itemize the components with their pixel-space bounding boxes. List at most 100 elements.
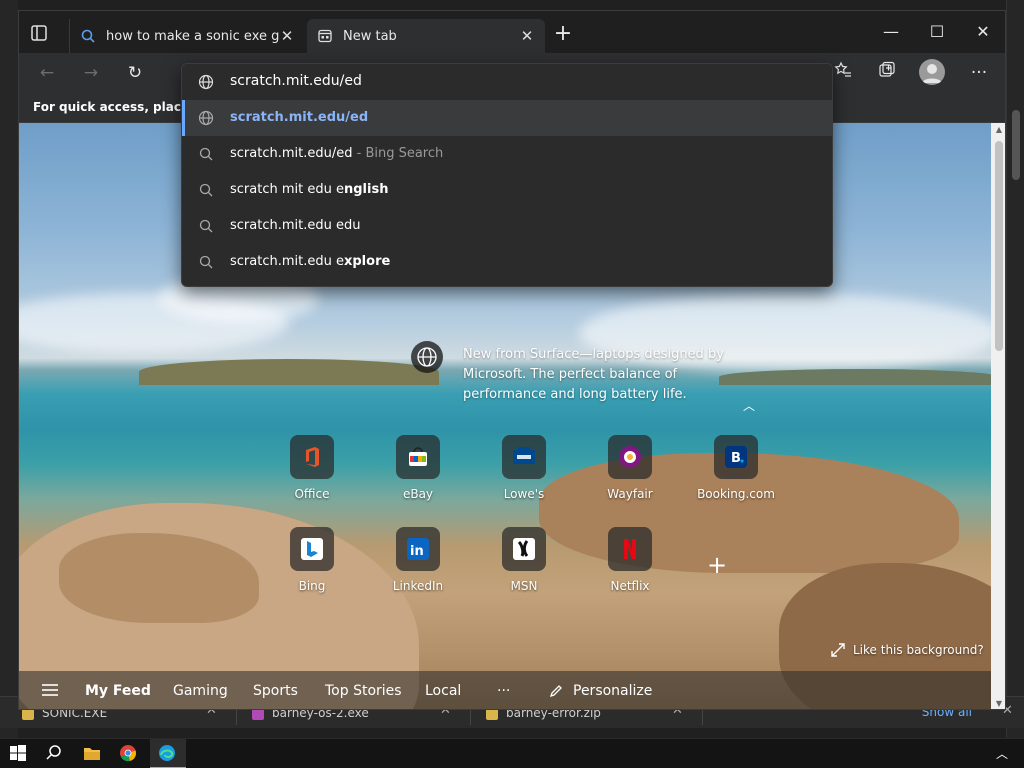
browser-window: how to make a sonic exe game - ✕ New tab…: [18, 10, 1006, 710]
tab-actions-icon[interactable]: [29, 23, 49, 43]
chevron-up-icon[interactable]: ︿: [996, 745, 1018, 767]
minimize-button[interactable]: —: [871, 21, 911, 43]
search-icon[interactable]: [44, 743, 66, 765]
close-icon[interactable]: ✕: [519, 27, 535, 45]
search-icon: [198, 218, 214, 234]
quick-link-bing[interactable]: Bing: [267, 527, 357, 593]
quick-link-ebay[interactable]: eBay: [373, 435, 463, 501]
scroll-down-icon[interactable]: ▼: [994, 699, 1004, 708]
feed-tab-sports[interactable]: Sports: [253, 683, 298, 699]
like-background-link[interactable]: Like this background?: [831, 643, 984, 657]
scroll-up-icon[interactable]: ▲: [994, 125, 1004, 134]
back-button[interactable]: ←: [35, 61, 59, 85]
msn-icon: [502, 527, 546, 571]
suggestion-query: scratch.mit.edu e: [230, 254, 344, 269]
address-bar-dropdown: scratch.mit.edu/ed scratch.mit.edu/ed sc…: [181, 63, 833, 287]
quick-link-label: LinkedIn: [392, 579, 444, 593]
background-left-strip: [0, 0, 18, 738]
maximize-button[interactable]: ☐: [917, 21, 957, 43]
linkedin-icon: in: [396, 527, 440, 571]
quick-link-booking[interactable]: B Booking.com: [691, 435, 781, 501]
quick-link-wayfair[interactable]: Wayfair: [585, 435, 675, 501]
search-icon: [198, 146, 214, 162]
suggestion-text: scratch.mit.edu/ed - Bing Search: [230, 146, 443, 161]
tab-bar: how to make a sonic exe game - ✕ New tab…: [19, 11, 1005, 53]
quick-link-msn[interactable]: MSN: [479, 527, 569, 593]
quick-link-linkedin[interactable]: in LinkedIn: [373, 527, 463, 593]
office-icon: [290, 435, 334, 479]
chevron-up-icon[interactable]: ︿: [743, 397, 755, 414]
quick-link-label: Office: [294, 487, 330, 501]
search-icon: [198, 182, 214, 198]
ebay-icon: [396, 435, 440, 479]
feed-tab-gaming[interactable]: Gaming: [173, 683, 228, 699]
expand-icon: [831, 643, 845, 657]
add-shortcut-icon[interactable]: +: [707, 553, 727, 577]
feed-tab-my-feed[interactable]: My Feed: [85, 683, 151, 699]
collections-icon: [879, 61, 895, 77]
tab-sonic-search[interactable]: how to make a sonic exe game - ✕: [69, 19, 305, 53]
svg-text:B: B: [731, 451, 741, 466]
page-scrollbar[interactable]: ▲ ▼: [991, 123, 1005, 709]
more-menu-button[interactable]: ···: [967, 61, 991, 85]
background-scroll-thumb[interactable]: [1012, 110, 1020, 180]
favorites-button[interactable]: [831, 61, 855, 85]
hamburger-menu-icon[interactable]: [41, 682, 59, 702]
pencil-icon: [549, 685, 562, 698]
quick-link-label: Netflix: [610, 579, 650, 593]
suggestion-search[interactable]: scratch.mit.edu/ed - Bing Search: [182, 136, 832, 172]
suggestion-text: scratch mit edu english: [230, 182, 388, 197]
suggestion-text: scratch.mit.edu/ed: [230, 110, 369, 125]
globe-icon: [198, 74, 214, 90]
refresh-button[interactable]: ↻: [123, 61, 147, 85]
search-icon: [80, 28, 96, 44]
edge-icon[interactable]: [157, 743, 179, 765]
suggestion-query: scratch mit edu e: [230, 182, 344, 197]
quick-links: Office eBay Lowe's Wayfair B Booking.com…: [267, 435, 775, 595]
forward-button[interactable]: →: [79, 61, 103, 85]
suggestion-search[interactable]: scratch.mit.edu explore: [182, 244, 832, 280]
suggestion-text: scratch.mit.edu explore: [230, 254, 390, 269]
quick-link-label: Bing: [298, 579, 326, 593]
globe-icon: [198, 110, 214, 126]
file-explorer-icon[interactable]: [82, 743, 104, 765]
new-tab-button[interactable]: +: [552, 23, 574, 46]
promo-text: New from Surface—laptops designed by Mic…: [463, 347, 724, 402]
close-icon[interactable]: ✕: [279, 27, 295, 45]
suggestion-text: scratch.mit.edu edu: [230, 218, 360, 233]
personalize-button[interactable]: Personalize: [549, 683, 652, 699]
personalize-label: Personalize: [573, 683, 653, 699]
suggestion-url[interactable]: scratch.mit.edu/ed: [182, 100, 832, 136]
quick-link-netflix[interactable]: Netflix: [585, 527, 675, 593]
windows-taskbar: ︿: [0, 738, 1024, 768]
scroll-thumb[interactable]: [995, 141, 1003, 351]
booking-icon: B: [714, 435, 758, 479]
close-window-button[interactable]: ✕: [963, 21, 1003, 43]
chrome-icon[interactable]: [118, 743, 140, 765]
feed-more-button[interactable]: ···: [497, 683, 510, 699]
suggestion-search[interactable]: scratch.mit.edu edu: [182, 208, 832, 244]
suggestion-query: scratch.mit.edu/ed: [230, 146, 353, 161]
promo-card[interactable]: New from Surface—laptops designed by Mic…: [411, 341, 741, 411]
suggestion-search[interactable]: scratch mit edu english: [182, 172, 832, 208]
profile-avatar[interactable]: [919, 59, 945, 85]
address-bar[interactable]: scratch.mit.edu/ed: [182, 64, 832, 100]
suggestion-hint: - Bing Search: [352, 146, 444, 161]
address-input-value[interactable]: scratch.mit.edu/ed: [230, 73, 362, 89]
windows-start-icon[interactable]: [8, 743, 30, 765]
screen: SONIC.EXE ✕ barney-os-2.exe ✕ barney-err…: [0, 0, 1024, 768]
feed-tab-top-stories[interactable]: Top Stories: [325, 683, 402, 699]
feed-navigation-bar: My Feed Gaming Sports Top Stories Local …: [19, 671, 991, 709]
quick-link-lowes[interactable]: Lowe's: [479, 435, 569, 501]
favorites-bar-hint: For quick access, place y: [33, 100, 202, 114]
collections-button[interactable]: [875, 61, 899, 85]
globe-icon: [411, 341, 443, 373]
like-background-label: Like this background?: [853, 643, 984, 657]
feed-tab-local[interactable]: Local: [425, 683, 461, 699]
suggestion-completion: xplore: [343, 254, 391, 269]
quick-link-office[interactable]: Office: [267, 435, 357, 501]
tab-new-tab[interactable]: New tab ✕: [307, 19, 545, 53]
background-right-scrollbar[interactable]: [1006, 0, 1024, 738]
quick-link-label: MSN: [510, 579, 538, 593]
quick-link-label: eBay: [402, 487, 434, 501]
